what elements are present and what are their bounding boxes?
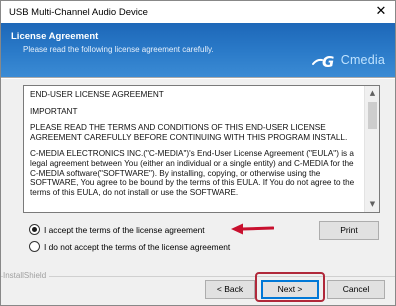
brand-name: Cmedia [340, 53, 385, 67]
svg-text:G: G [322, 53, 334, 70]
license-text-box[interactable]: END-USER LICENSE AGREEMENT IMPORTANT PLE… [23, 85, 380, 213]
accept-label[interactable]: I accept the terms of the license agreem… [44, 225, 205, 235]
scroll-up-icon[interactable]: ▲ [365, 86, 379, 101]
accept-radio[interactable] [29, 224, 40, 235]
license-text: END-USER LICENSE AGREEMENT IMPORTANT PLE… [24, 86, 365, 208]
accept-option[interactable]: I accept the terms of the license agreem… [29, 224, 205, 235]
header-banner: License Agreement Please read the follow… [1, 23, 395, 77]
license-paragraph: C-MEDIA ELECTRONICS INC.("C-MEDIA")'s En… [30, 149, 355, 197]
license-paragraph: PLEASE READ THE TERMS AND CONDITIONS OF … [30, 123, 348, 142]
cancel-button[interactable]: Cancel [327, 280, 385, 299]
license-paragraph: IMPORTANT [30, 106, 78, 116]
brand-logo: G Cmedia [311, 49, 385, 71]
back-button[interactable]: < Back [205, 280, 255, 299]
window-title: USB Multi-Channel Audio Device [9, 7, 148, 18]
next-highlight-annotation [255, 272, 325, 302]
page-subtitle: Please read the following license agreem… [23, 45, 214, 54]
scroll-thumb[interactable] [368, 102, 377, 129]
decline-option[interactable]: I do not accept the terms of the license… [29, 241, 230, 252]
close-icon[interactable]: ✕ [367, 1, 395, 23]
installer-window: USB Multi-Channel Audio Device ✕ License… [0, 0, 396, 306]
header-divider-highlight [1, 78, 395, 79]
vertical-scrollbar[interactable]: ▲ ▼ [364, 86, 379, 212]
scroll-down-icon[interactable]: ▼ [365, 197, 379, 212]
annotation-arrow-icon [231, 223, 274, 235]
title-bar: USB Multi-Channel Audio Device ✕ [1, 1, 395, 23]
decline-label[interactable]: I do not accept the terms of the license… [44, 242, 230, 252]
installshield-label: InstallShield [3, 271, 50, 280]
cmedia-g-logo-icon: G [311, 53, 334, 70]
footer-rule [1, 276, 395, 277]
decline-radio[interactable] [29, 241, 40, 252]
page-heading: License Agreement [11, 31, 99, 42]
license-paragraph: END-USER LICENSE AGREEMENT [30, 90, 164, 99]
print-button[interactable]: Print [319, 221, 379, 240]
